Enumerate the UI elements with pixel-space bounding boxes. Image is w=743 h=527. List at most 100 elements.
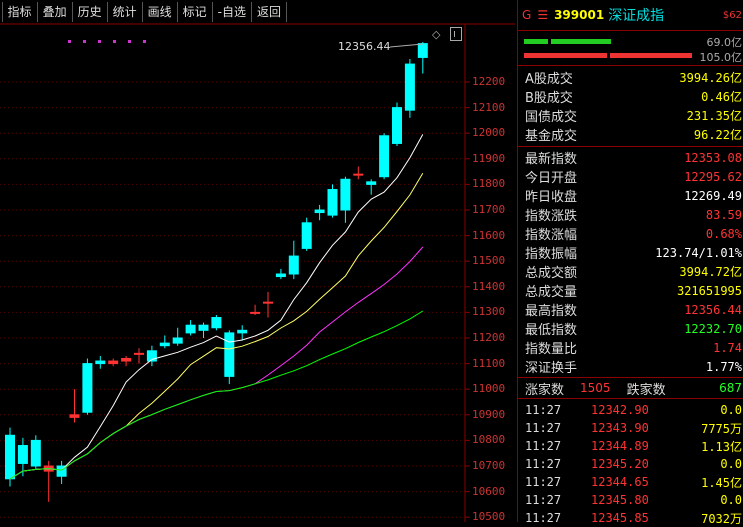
stat-label: 最低指数 <box>525 323 578 338</box>
stat-label: 指数涨幅 <box>525 228 578 243</box>
legend-dot <box>98 40 101 43</box>
stat-label: B股成交 <box>525 91 573 106</box>
stat-row: 指数振幅 123.74/1.01% <box>518 243 743 263</box>
candle-body <box>17 445 28 464</box>
y-tick-label: 11500 <box>472 254 506 268</box>
kline-chart-area[interactable]: 指标 叠加 历史 统计 画线 标记 -自选 返回 12356.44 ◇ 12200 12100 1… <box>0 0 515 524</box>
candle-body <box>108 360 119 365</box>
stat-value: 12353.08 <box>684 150 742 165</box>
tick-vol: 7032万 <box>701 511 742 526</box>
stat-label: 今日开盘 <box>525 171 578 186</box>
toolbar-button-6[interactable]: -自选 <box>213 2 252 22</box>
candle-body <box>224 332 235 377</box>
candle-body <box>417 43 428 58</box>
tick-price: 12345.80 <box>591 493 649 507</box>
candle-body <box>185 324 196 334</box>
candle-body <box>263 301 273 304</box>
advance-count: 1505 <box>580 381 611 395</box>
advance-label: 涨家数 <box>525 382 565 398</box>
candle-body <box>327 189 338 216</box>
y-tick-label: 10700 <box>472 459 506 472</box>
stat-row: 指数量比 1.74 <box>518 338 743 358</box>
volume-bars: 69.0亿 105.0亿 <box>518 31 743 66</box>
stat-row: 最新指数 12353.08 <box>518 148 743 168</box>
toolbar-button-3[interactable]: 统计 <box>108 2 143 22</box>
stat-value: 12295.62 <box>684 169 742 184</box>
tick-price: 12344.89 <box>591 439 649 453</box>
tick-row: 11:27 12342.90 0.0 <box>518 401 743 419</box>
toolbar-button-2[interactable]: 历史 <box>73 2 108 22</box>
buy-volume: 69.0亿 <box>706 36 743 49</box>
menu-icon[interactable]: ☰ <box>537 8 548 22</box>
decline-label: 跌家数 <box>626 382 666 398</box>
stat-value: 123.74/1.01% <box>655 245 742 260</box>
stat-row: 最高指数 12356.44 <box>518 300 743 320</box>
stat-label: 国债成交 <box>525 110 578 125</box>
tick-price: 12342.90 <box>591 403 649 417</box>
toolbar-button-0[interactable]: 指标 <box>3 2 38 22</box>
candle-body <box>172 337 183 344</box>
chart-toolbar: 指标 叠加 历史 统计 画线 标记 -自选 返回 <box>1 2 287 22</box>
legend-dot <box>143 40 146 43</box>
tick-time: 11:27 <box>525 457 562 471</box>
stat-value: 1.77% <box>705 359 742 374</box>
stat-label: 最新指数 <box>525 152 578 167</box>
candle-body <box>198 324 209 331</box>
y-tick-label: 10500 <box>472 510 506 524</box>
stat-row: 总成交量 321651995 <box>518 281 743 301</box>
y-tick-label: 11100 <box>472 356 506 370</box>
tick-row: 11:27 12343.90 7775万 <box>518 419 743 437</box>
stat-row: 总成交额 3994.72亿 <box>518 262 743 281</box>
candle-body <box>404 63 415 111</box>
tick-vol: 0.0 <box>720 493 742 507</box>
stat-row: 最低指数 12232.70 <box>518 319 743 339</box>
tick-price: 12345.85 <box>591 511 649 525</box>
tick-row: 11:27 12345.20 0.0 <box>518 455 743 473</box>
legend-dot <box>128 40 131 43</box>
stat-value: 3994.72亿 <box>679 265 742 279</box>
stat-value: 321651995 <box>676 283 742 298</box>
candle-body <box>340 178 351 211</box>
window-toggle-icon[interactable] <box>450 27 462 41</box>
advance-decline: 涨家数 1505 跌家数 687 <box>518 378 743 399</box>
toolbar-button-5[interactable]: 标记 <box>178 2 213 22</box>
stat-value: 1.74 <box>713 340 742 355</box>
toolbar-button-1[interactable]: 叠加 <box>38 2 73 22</box>
stat-row: 指数涨幅 0.68% <box>518 224 743 244</box>
index-code: 399001 <box>554 8 605 22</box>
kline-chart[interactable] <box>0 0 515 522</box>
toolbar-button-4[interactable]: 画线 <box>143 2 178 22</box>
candle-body <box>379 135 390 178</box>
candle-body <box>69 414 80 418</box>
y-tick-label: 11000 <box>472 382 506 396</box>
high-price-label: 12356.44 <box>338 40 391 53</box>
stat-label: 昨日收盘 <box>525 190 578 205</box>
tick-time: 11:27 <box>525 421 562 435</box>
prefix-label: G <box>522 8 532 22</box>
tick-vol: 1.45亿 <box>701 475 742 490</box>
tick-row: 11:27 12345.85 7032万 <box>518 509 743 527</box>
tick-price: 12343.90 <box>591 421 649 435</box>
tick-time: 11:27 <box>525 475 562 489</box>
y-tick-label: 11400 <box>472 279 506 293</box>
toolbar-button-7[interactable]: 返回 <box>252 2 287 22</box>
sell-bar-segment <box>524 53 607 58</box>
y-tick-label: 11900 <box>472 151 506 165</box>
tick-vol: 7775万 <box>701 421 742 436</box>
tick-list[interactable]: 11:27 12342.90 0.0 11:27 12343.90 7775万 11:27 1… <box>518 399 743 527</box>
y-tick-label: 12000 <box>472 126 506 140</box>
stat-label: 指数涨跌 <box>525 209 578 224</box>
stat-value: 12232.70 <box>684 321 742 336</box>
y-tick-label: 10800 <box>472 433 506 447</box>
candle-body <box>95 360 106 365</box>
diamond-icon[interactable]: ◇ <box>432 28 440 41</box>
quote-panel: G ☰ 399001 深证成指 $62 69.0亿 105.0亿 A股成交 399… <box>517 0 743 526</box>
index-stats-section: 最新指数 12353.08 今日开盘 12295.62 昨日收盘 12269.49 指数涨跌… <box>518 147 743 378</box>
stat-value: 3994.26亿 <box>679 71 742 85</box>
candle-body <box>353 173 364 176</box>
candle-body <box>5 434 15 480</box>
stat-row: 国债成交 231.35亿 <box>518 106 743 125</box>
stat-value: 231.35亿 <box>686 109 742 123</box>
candle-body <box>237 329 248 334</box>
candle-body <box>366 181 377 185</box>
